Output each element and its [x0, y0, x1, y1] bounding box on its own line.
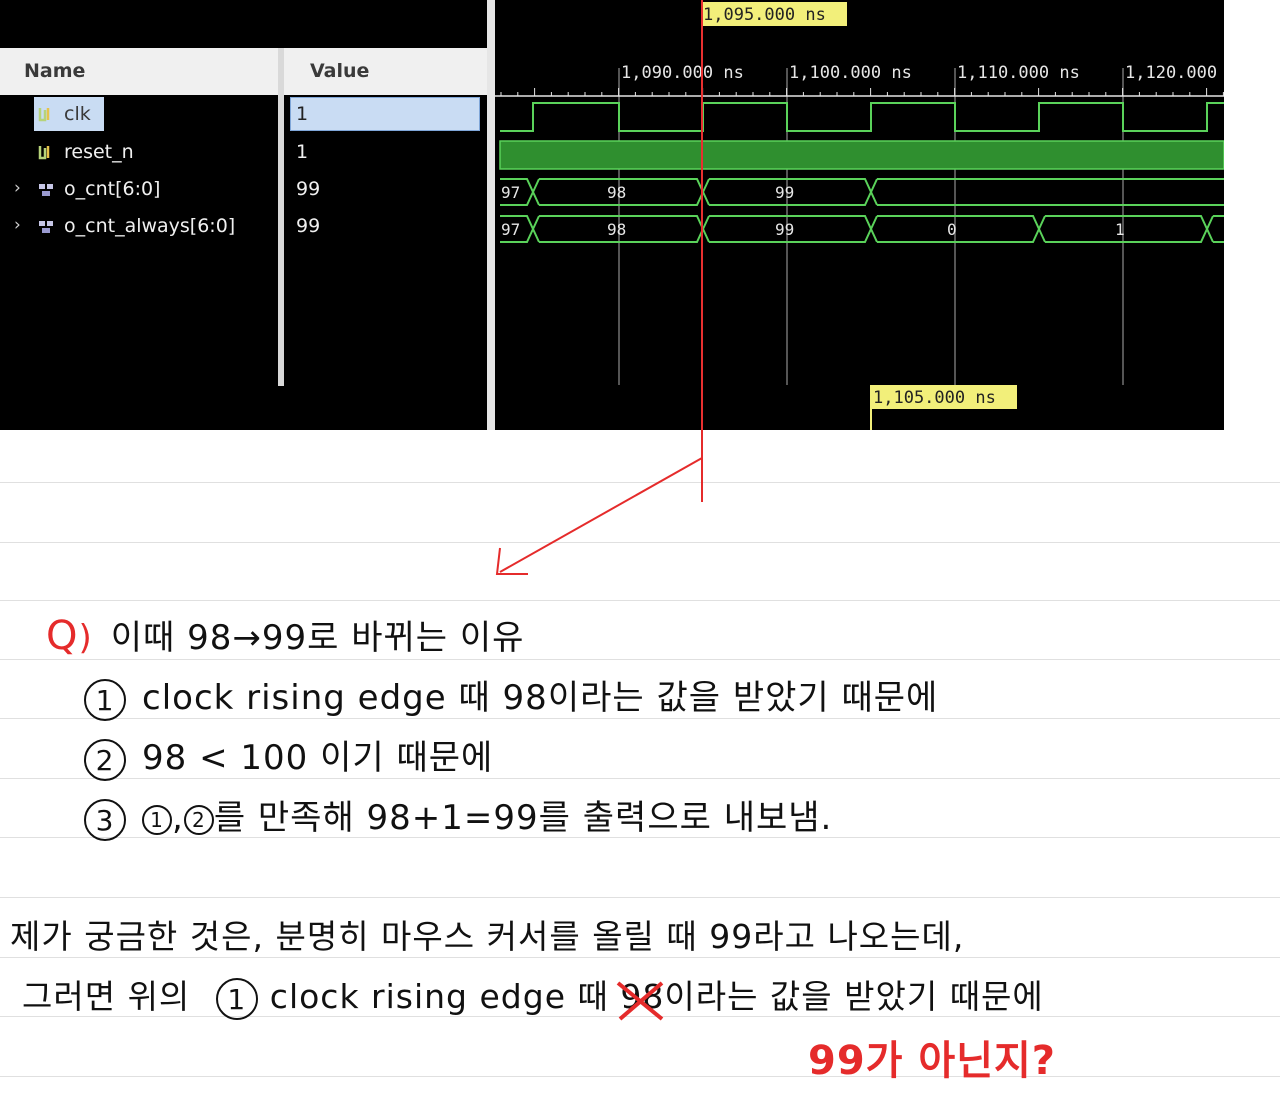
ruled-line — [0, 542, 1280, 543]
signal-value: 99 — [296, 215, 321, 237]
ruled-line — [0, 659, 1280, 660]
reason-text: 98 < 100 이기 때문에 — [142, 738, 494, 778]
reason-1: 1 clock rising edge 때 98이라는 값을 받았기 때문에 — [84, 670, 938, 721]
signal-row-clk[interactable]: clk 1 — [0, 97, 484, 133]
struck-value: 98 — [617, 977, 664, 1021]
ruled-line — [0, 600, 1280, 601]
secondary-marker-label: 1,105.000 ns — [873, 388, 996, 408]
question-text: 이때 98→99로 바뀌는 이유 — [110, 618, 525, 658]
signal-list-panel: Name Value clk 1 reset_n 1 › o_cnt[6:0] … — [0, 0, 487, 430]
signal-row-o-cnt[interactable]: › o_cnt[6:0] 99 — [0, 172, 484, 208]
time-tick-label: 1,110.000 ns — [957, 63, 1080, 83]
bus-signal-icon — [39, 221, 53, 233]
comment-text: 이라는 값을 받았기 때문에 — [664, 977, 1044, 1016]
clk-waveform — [500, 102, 1224, 132]
signal-list-header: Name Value — [0, 48, 487, 95]
bus-value-label: 97 — [501, 220, 520, 239]
signal-name: clk — [64, 103, 91, 125]
reason-text: 를 만족해 98+1=99를 출력으로 내보냄. — [213, 798, 833, 838]
time-tick-label: 1,090.000 ns — [621, 63, 744, 83]
bus-value-label: 1 — [1115, 220, 1125, 239]
signal-row-reset-n[interactable]: reset_n 1 — [0, 135, 484, 171]
circled-number: 2 — [84, 738, 126, 781]
bus-value-label: 98 — [607, 183, 626, 202]
panel-splitter[interactable] — [487, 0, 495, 430]
signal-value: 1 — [296, 103, 309, 125]
bus-value-label: 99 — [775, 183, 794, 202]
signal-value: 99 — [296, 178, 321, 200]
bus-value-label: 0 — [947, 220, 957, 239]
wire-signal-icon — [38, 146, 50, 160]
ruled-line — [0, 482, 1280, 483]
comment-text: 그러면 위의 — [22, 977, 191, 1016]
time-tick-label: 1,100.000 ns — [789, 63, 912, 83]
reason-text: clock rising edge 때 98이라는 값을 받았기 때문에 — [142, 678, 939, 718]
ruled-line — [0, 1076, 1280, 1077]
signal-row-o-cnt-always[interactable]: › o_cnt_always[6:0] 99 — [0, 209, 484, 245]
red-question: 99가 아닌지? — [808, 1038, 1056, 1084]
reason-2: 2 98 < 100 이기 때문에 — [84, 730, 493, 781]
circled-number: 3 — [84, 798, 126, 841]
circled-number: 1 — [215, 977, 258, 1020]
bus-value-label: 98 — [607, 220, 626, 239]
comment-text: clock rising edge 때 — [269, 977, 609, 1016]
selection-highlight — [290, 97, 480, 131]
clock-signal-icon — [38, 108, 50, 122]
strikethrough-cross-icon — [617, 981, 664, 1021]
time-tick-label: 1,120.000 ns — [1125, 63, 1224, 83]
waveform-canvas[interactable]: 1,090.000 ns 1,100.000 ns 1,110.000 ns 1,12… — [495, 0, 1248, 430]
separator: , — [172, 798, 184, 838]
question-paren: ) — [78, 618, 93, 658]
waveform-viewer: Name Value clk 1 reset_n 1 › o_cnt[6:0] … — [0, 0, 1248, 430]
circled-number-small: 2 — [183, 804, 214, 835]
circled-number-small: 1 — [142, 804, 172, 835]
signal-name: o_cnt_always[6:0] — [64, 215, 236, 237]
question-line: Q) 이때 98→99로 바뀌는 이유 — [46, 610, 524, 659]
name-column-header[interactable]: Name — [24, 60, 85, 82]
expand-chevron-icon[interactable]: › — [14, 178, 21, 198]
comment-line-1: 제가 궁금한 것은, 분명히 마우스 커서를 올릴 때 99라고 나오는데, — [10, 917, 965, 956]
signal-value: 1 — [296, 141, 309, 163]
circled-number: 1 — [84, 678, 126, 721]
waveform-area[interactable]: 1,090.000 ns 1,100.000 ns 1,110.000 ns 1,12… — [495, 0, 1248, 430]
cursor-time-label: 1,095.000 ns — [703, 5, 826, 25]
value-column-header[interactable]: Value — [310, 60, 369, 82]
signal-name: o_cnt[6:0] — [64, 178, 161, 200]
bus-signal-icon — [39, 184, 53, 196]
reason-3: 31,2를 만족해 98+1=99를 출력으로 내보냄. — [84, 790, 832, 841]
expand-chevron-icon[interactable]: › — [14, 215, 21, 235]
bus-value-label: 99 — [775, 220, 794, 239]
question-mark: Q — [46, 613, 79, 659]
signal-name: reset_n — [64, 141, 134, 163]
comment-line-2: 그러면 위의 1 clock rising edge 때 98 이라는 값을 받았기… — [22, 970, 1044, 1021]
ruled-line — [0, 897, 1280, 898]
reset-n-waveform — [499, 140, 1225, 170]
bus-value-label: 97 — [501, 183, 520, 202]
